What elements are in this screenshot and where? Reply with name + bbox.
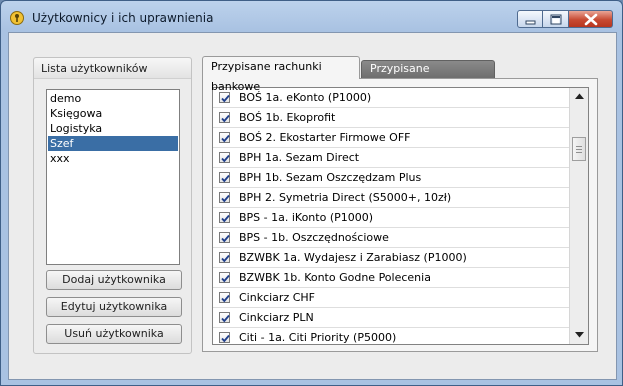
account-checkbox[interactable] [219,292,230,303]
user-item-ksiegowa[interactable]: Księgowa [48,106,178,121]
account-checkbox[interactable] [219,232,230,243]
app-key-icon [10,11,24,25]
account-row[interactable]: BOŚ 1a. eKonto (P1000) [213,88,569,108]
user-list[interactable]: demo Księgowa Logistyka Szef xxx [46,89,180,265]
accounts-tab-pane: BOŚ 1a. eKonto (P1000) BOŚ 1b. Ekoprofit B… [202,78,598,352]
account-name: BOŚ 1b. Ekoprofit [239,111,336,124]
account-row[interactable]: BPH 1a. Sezam Direct [213,148,569,168]
maximize-button[interactable] [543,10,569,28]
add-user-button[interactable]: Dodaj użytkownika [46,270,182,290]
checkmark-icon [221,174,230,183]
account-name: BZWBK 1a. Wydajesz i Zarabiasz (P1000) [239,251,467,264]
accounts-list[interactable]: BOŚ 1a. eKonto (P1000) BOŚ 1b. Ekoprofit B… [212,87,589,345]
user-item-demo[interactable]: demo [48,91,178,106]
account-checkbox[interactable] [219,152,230,163]
user-item-logistyka[interactable]: Logistyka [48,121,178,136]
close-icon [584,13,598,26]
checkmark-icon [221,134,230,143]
dialog-body: Lista użytkowników demo Księgowa Logisty… [8,32,617,380]
account-checkbox[interactable] [219,212,230,223]
user-item-xxx[interactable]: xxx [48,151,178,166]
account-row[interactable]: BOŚ 1b. Ekoprofit [213,108,569,128]
account-name: BZWBK 1b. Konto Godne Polecenia [239,271,431,284]
account-name: Cinkciarz CHF [239,291,315,304]
account-name: BPH 2. Symetria Direct (S5000+, 10zł) [239,191,452,204]
tab-assigned-accounts[interactable]: Przypisane rachunki bankowe [202,56,360,93]
users-group-title: Lista użytkowników [41,62,148,75]
close-button[interactable] [569,10,613,28]
account-checkbox[interactable] [219,172,230,183]
arrow-down-icon [575,332,584,338]
account-name: Cinkciarz PLN [239,311,314,324]
account-checkbox[interactable] [219,112,230,123]
maximize-icon [550,14,562,25]
account-row[interactable]: BPS - 1a. iKonto (P1000) [213,208,569,228]
checkmark-icon [221,214,230,223]
account-row[interactable]: BPH 2. Symetria Direct (S5000+, 10zł) [213,188,569,208]
account-name: BPS - 1a. iKonto (P1000) [239,211,374,224]
users-group-header: Lista użytkowników [34,58,191,79]
account-name: BPS - 1b. Oszczędnościowe [239,231,389,244]
account-name: Citi - 1a. Citi Priority (P5000) [239,331,397,344]
app-window: Użytkownicy i ich uprawnienia Lista użyt… [0,0,623,386]
account-name: BOŚ 2. Ekostarter Firmowe OFF [239,131,411,144]
account-row[interactable]: Citi - 1a. Citi Priority (P5000) [213,328,569,344]
account-row[interactable]: Cinkciarz CHF [213,288,569,308]
account-row[interactable]: BZWBK 1b. Konto Godne Polecenia [213,268,569,288]
user-item-szef[interactable]: Szef [48,136,178,151]
checkmark-icon [221,294,230,303]
edit-user-button[interactable]: Edytuj użytkownika [46,297,182,317]
account-row[interactable]: BPS - 1b. Oszczędnościowe [213,228,569,248]
remove-user-button[interactable]: Usuń użytkownika [46,324,182,344]
scroll-down-button[interactable] [572,327,587,342]
checkmark-icon [221,314,230,323]
account-name: BPH 1b. Sezam Oszczędzam Plus [239,171,422,184]
scroll-thumb[interactable] [572,137,586,161]
checkmark-icon [221,334,230,343]
account-name: BPH 1a. Sezam Direct [239,151,360,164]
users-group: Lista użytkowników demo Księgowa Logisty… [33,57,192,354]
checkmark-icon [221,114,230,123]
checkmark-icon [221,154,230,163]
title-bar[interactable]: Użytkownicy i ich uprawnienia [1,1,622,35]
checkmark-icon [221,234,230,243]
account-checkbox[interactable] [219,192,230,203]
account-row[interactable]: BPH 1b. Sezam Oszczędzam Plus [213,168,569,188]
minimize-button[interactable] [517,10,543,28]
window-title: Użytkownicy i ich uprawnienia [32,11,214,25]
checkmark-icon [221,254,230,263]
account-checkbox[interactable] [219,132,230,143]
vertical-scrollbar[interactable] [569,88,588,344]
account-checkbox[interactable] [219,252,230,263]
account-checkbox[interactable] [219,312,230,323]
arrow-up-icon [575,93,584,99]
scroll-up-button[interactable] [572,89,587,104]
account-row[interactable]: BZWBK 1a. Wydajesz i Zarabiasz (P1000) [213,248,569,268]
minimize-icon [525,20,536,25]
account-checkbox[interactable] [219,272,230,283]
checkmark-icon [221,194,230,203]
tab-assigned-permissions[interactable]: Przypisane uprawnienia [361,60,495,91]
account-row[interactable]: BOŚ 2. Ekostarter Firmowe OFF [213,128,569,148]
checkmark-icon [221,274,230,283]
account-row[interactable]: Cinkciarz PLN [213,308,569,328]
account-checkbox[interactable] [219,332,230,343]
